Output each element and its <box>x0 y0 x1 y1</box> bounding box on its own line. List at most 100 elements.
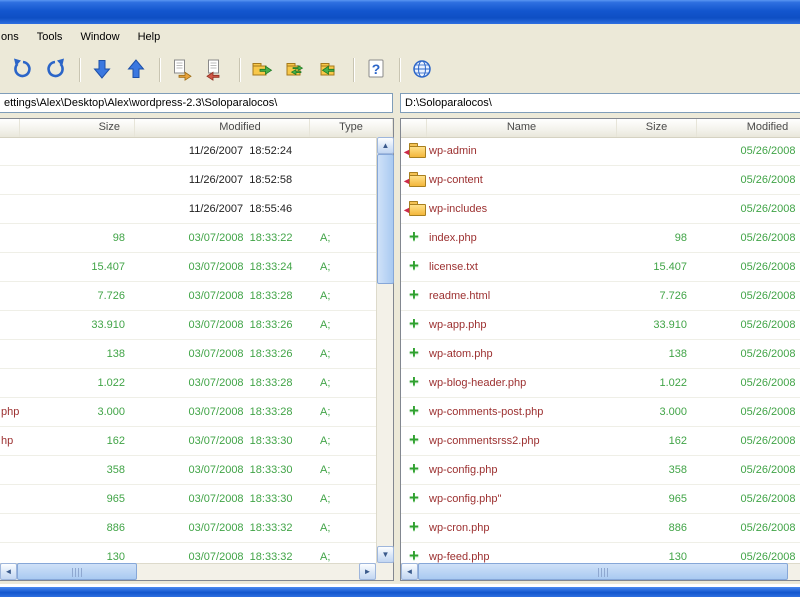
toolbar-separator <box>159 58 161 82</box>
left-path-field[interactable]: ettings\Alex\Desktop\Alex\wordpress-2.3\… <box>0 93 393 113</box>
file-modified: 05/26/2008 <box>740 406 796 418</box>
table-row[interactable]: 7.726 03/07/2008 18:33:28 A; <box>0 282 376 311</box>
file-type: A; <box>320 435 331 447</box>
table-row[interactable]: 11/26/2007 18:55:46 <box>0 195 376 224</box>
horizontal-scroll-thumb[interactable] <box>17 563 137 580</box>
table-row[interactable]: ◄ wp-includes 05/26/2008 <box>401 195 800 224</box>
menu-item-window[interactable]: Window <box>71 28 128 46</box>
copy-folder-left-button[interactable] <box>314 54 346 86</box>
right-path-field[interactable]: D:\Soloparalocos\ <box>400 93 800 113</box>
table-row[interactable]: wp-atom.php 138 05/26/2008 <box>401 340 800 369</box>
table-row[interactable]: wp-comments-post.php 3.000 05/26/2008 <box>401 398 800 427</box>
vertical-scroll-thumb[interactable] <box>377 154 394 284</box>
right-header-size[interactable]: Size <box>617 119 697 137</box>
table-row[interactable]: 130 03/07/2008 18:33:32 A; <box>0 543 376 563</box>
menu-bar: ons Tools Window Help <box>0 24 800 51</box>
file-type: A; <box>320 377 331 389</box>
arrow-down-button[interactable] <box>86 54 118 86</box>
file-size: 98 <box>674 232 687 244</box>
file-size: 15.407 <box>653 261 687 273</box>
table-row[interactable]: wp-blog-header.php 1.022 05/26/2008 <box>401 369 800 398</box>
table-row[interactable]: ◄ wp-content 05/26/2008 <box>401 166 800 195</box>
orphan-plus-icon <box>401 427 427 455</box>
orphan-plus-icon <box>401 543 427 563</box>
table-row[interactable]: wp-feed.php 130 05/26/2008 <box>401 543 800 563</box>
right-header-name[interactable]: Name <box>427 119 617 137</box>
file-type: A; <box>320 522 331 534</box>
thumb-grip <box>598 568 608 577</box>
copy-page-left-button[interactable] <box>200 54 232 86</box>
table-row[interactable]: 33.910 03/07/2008 18:33:26 A; <box>0 311 376 340</box>
sync-folders-button[interactable] <box>280 54 312 86</box>
redo-button[interactable] <box>40 54 72 86</box>
undo-button[interactable] <box>6 54 38 86</box>
arrow-down-icon <box>90 57 114 84</box>
scroll-right-button[interactable]: ► <box>359 563 376 580</box>
help-button[interactable]: ? <box>360 54 392 86</box>
table-row[interactable]: wp-commentsrss2.php 162 05/26/2008 <box>401 427 800 456</box>
scroll-down-button[interactable]: ▼ <box>377 546 394 563</box>
right-folder-pane: Name Size Modified ◄ wp-admin 05/26/2008 ◄ w… <box>400 118 800 581</box>
table-row[interactable]: 11/26/2007 18:52:24 <box>0 137 376 166</box>
left-horizontal-scrollbar[interactable]: ◄ ► <box>0 563 376 580</box>
table-row[interactable]: php 3.000 03/07/2008 18:33:28 A; <box>0 398 376 427</box>
orphan-plus-icon <box>401 514 427 542</box>
table-row[interactable]: wp-app.php 33.910 05/26/2008 <box>401 311 800 340</box>
table-row[interactable]: 15.407 03/07/2008 18:33:24 A; <box>0 253 376 282</box>
left-vertical-scrollbar[interactable]: ▲ ▼ <box>376 137 394 563</box>
left-file-list: 11/26/2007 18:52:24 11/26/2007 18:52:58 11… <box>0 137 376 563</box>
file-modified: 03/07/2008 18:33:26 <box>188 348 293 360</box>
table-row[interactable]: ◄ wp-admin 05/26/2008 <box>401 137 800 166</box>
file-name: wp-config.php" <box>429 493 502 505</box>
scroll-up-button[interactable]: ▲ <box>377 137 394 154</box>
toolbar-separator <box>353 58 355 82</box>
file-size: 138 <box>106 348 125 360</box>
copy-folder-left-icon <box>318 57 342 84</box>
left-folder-pane: Size Modified Type 11/26/2007 18:52:24 11… <box>0 118 394 581</box>
app-window: - [Folder Compare : C:\Documents and Set… <box>0 0 800 584</box>
table-row[interactable]: 98 03/07/2008 18:33:22 A; <box>0 224 376 253</box>
arrow-up-button[interactable] <box>120 54 152 86</box>
menu-item-tools[interactable]: Tools <box>28 28 72 46</box>
file-name: wp-comments-post.php <box>429 406 544 418</box>
sync-folders-icon <box>284 57 308 84</box>
file-modified: 03/07/2008 18:33:22 <box>188 232 293 244</box>
file-modified: 03/07/2008 18:33:30 <box>188 464 293 476</box>
table-row[interactable]: license.txt 15.407 05/26/2008 <box>401 253 800 282</box>
table-row[interactable]: 138 03/07/2008 18:33:26 A; <box>0 340 376 369</box>
left-header-type[interactable]: Type <box>310 119 393 137</box>
table-row[interactable]: 358 03/07/2008 18:33:30 A; <box>0 456 376 485</box>
table-row[interactable]: 886 03/07/2008 18:33:32 A; <box>0 514 376 543</box>
copy-page-left-icon <box>204 57 228 84</box>
table-row[interactable]: wp-config.php" 965 05/26/2008 <box>401 485 800 514</box>
right-header-modified[interactable]: Modified <box>697 119 800 137</box>
right-horizontal-scrollbar[interactable]: ◄ ► <box>401 563 800 580</box>
table-row[interactable]: wp-cron.php 886 05/26/2008 <box>401 514 800 543</box>
file-name: wp-cron.php <box>429 522 490 534</box>
file-size: 33.910 <box>91 319 125 331</box>
table-row[interactable]: 1.022 03/07/2008 18:33:28 A; <box>0 369 376 398</box>
file-name: wp-includes <box>429 203 488 215</box>
table-row[interactable]: index.php 98 05/26/2008 <box>401 224 800 253</box>
web-button[interactable] <box>406 54 438 86</box>
orphan-folder-icon: ◄ <box>401 137 427 165</box>
horizontal-scroll-thumb[interactable] <box>418 563 788 580</box>
left-header-size[interactable]: Size <box>20 119 135 137</box>
scroll-left-button[interactable]: ◄ <box>401 563 418 580</box>
file-size: 7.726 <box>659 290 687 302</box>
scroll-left-button[interactable]: ◄ <box>0 563 17 580</box>
file-size: 98 <box>112 232 125 244</box>
menu-item-sessions-partial[interactable]: ons <box>0 28 28 46</box>
table-row[interactable]: wp-config.php 358 05/26/2008 <box>401 456 800 485</box>
copy-page-right-button[interactable] <box>166 54 198 86</box>
copy-folder-right-button[interactable] <box>246 54 278 86</box>
left-header-name[interactable] <box>0 119 20 137</box>
table-row[interactable]: 965 03/07/2008 18:33:30 A; <box>0 485 376 514</box>
left-header-modified[interactable]: Modified <box>135 119 310 137</box>
file-type: A; <box>320 290 331 302</box>
table-row[interactable]: 11/26/2007 18:52:58 <box>0 166 376 195</box>
scrollbar-corner <box>376 563 393 580</box>
menu-item-help[interactable]: Help <box>129 28 170 46</box>
table-row[interactable]: readme.html 7.726 05/26/2008 <box>401 282 800 311</box>
table-row[interactable]: hp 162 03/07/2008 18:33:30 A; <box>0 427 376 456</box>
